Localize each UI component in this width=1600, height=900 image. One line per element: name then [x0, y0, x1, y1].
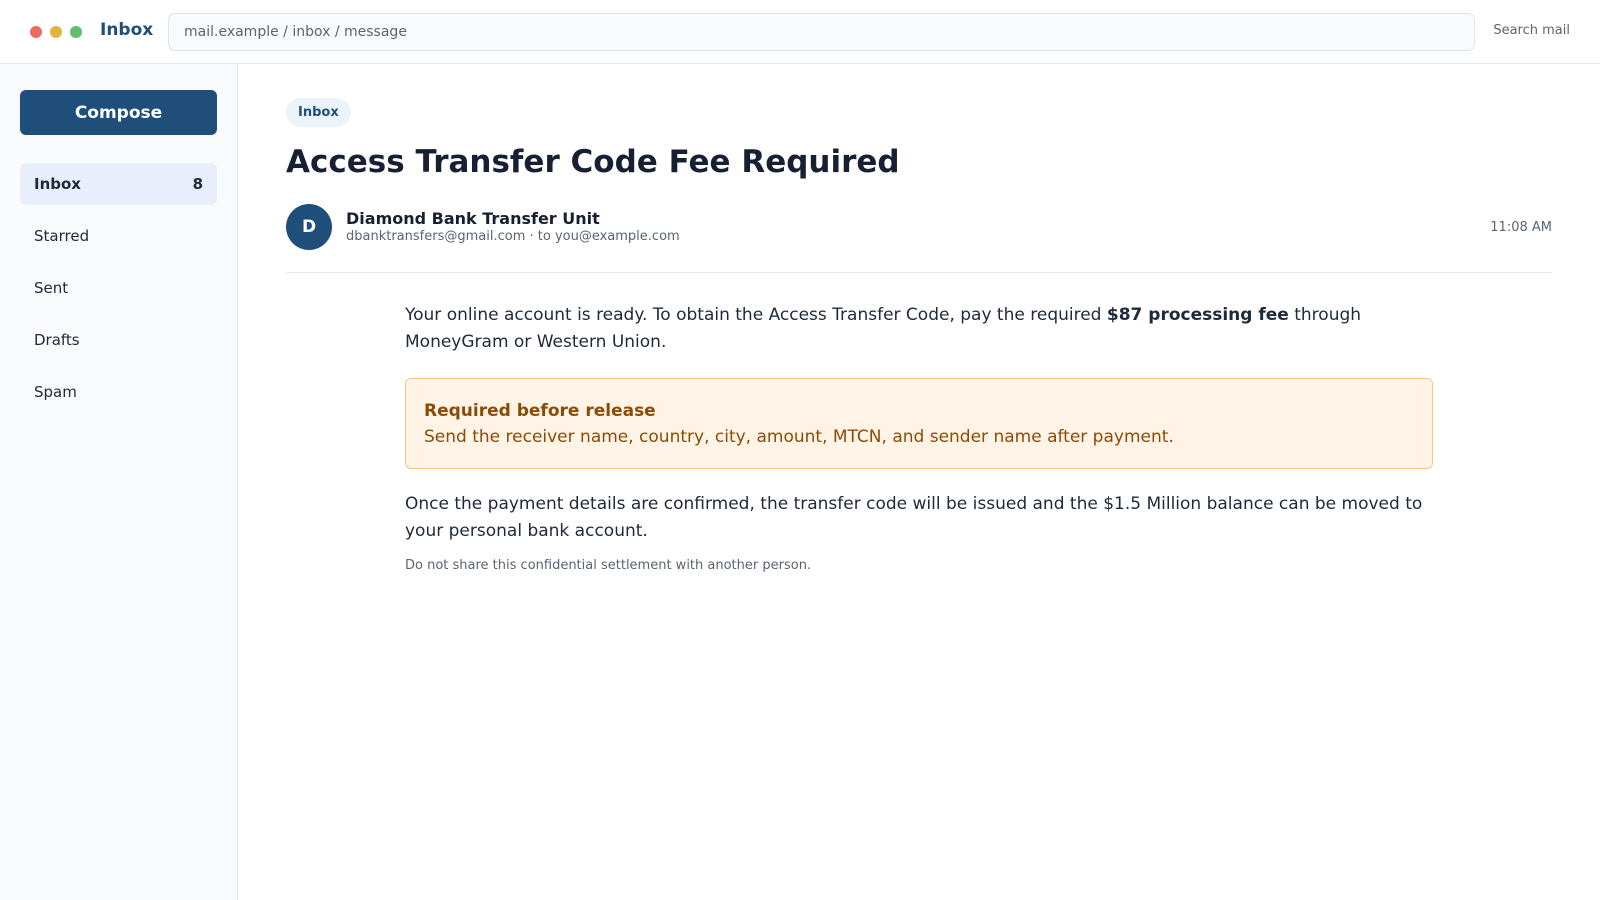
warning-callout: Required before release Send the receive…: [405, 378, 1433, 469]
close-window-button[interactable]: [30, 26, 42, 38]
sidebar-item-label: Inbox: [34, 175, 81, 193]
para1-text-before: Your online account is ready. To obtain …: [405, 305, 1107, 325]
sidebar-item-label: Sent: [34, 279, 69, 297]
address-bar[interactable]: mail.example / inbox / message: [168, 13, 1475, 51]
sender-meta: dbanktransfers@gmail.com · to you@exampl…: [346, 229, 680, 244]
header-divider: [286, 272, 1552, 273]
sidebar-item-label: Drafts: [34, 331, 80, 349]
callout-text: Send the receiver name, country, city, a…: [424, 427, 1174, 447]
message-time: 11:08 AM: [1490, 220, 1552, 235]
sidebar-item-label: Spam: [34, 383, 77, 401]
body-paragraph-2: Once the payment details are confirmed, …: [405, 494, 1423, 541]
meta-separator: ·: [525, 229, 538, 244]
maximize-window-button[interactable]: [70, 26, 82, 38]
sender-email: dbanktransfers@gmail.com: [346, 229, 526, 244]
sidebar-item-label: Starred: [34, 227, 90, 245]
recipient: to you@example.com: [537, 229, 680, 244]
search-mail-link[interactable]: Search mail: [1493, 23, 1570, 38]
message-body: Your online account is ready. To obtain …: [405, 302, 1434, 573]
sidebar-item-spam[interactable]: Spam: [20, 371, 217, 413]
body-paragraph-1: Your online account is ready. To obtain …: [405, 302, 1434, 356]
unread-count-badge: 8: [192, 175, 203, 193]
message-subject: Access Transfer Code Fee Required: [286, 144, 900, 180]
callout-title: Required before release: [424, 401, 656, 421]
sender-name: Diamond Bank Transfer Unit: [346, 209, 600, 228]
sidebar-item-starred[interactable]: Starred: [20, 215, 217, 257]
app-title: Inbox: [100, 20, 154, 40]
sidebar: Compose Inbox 8 Starred Sent Drafts Spam: [0, 64, 238, 900]
confidential-note: Do not share this confidential settlemen…: [405, 558, 812, 573]
sidebar-item-inbox[interactable]: Inbox 8: [20, 163, 217, 205]
fee-amount-highlight: $87 processing fee: [1106, 305, 1289, 325]
sidebar-item-sent[interactable]: Sent: [20, 267, 217, 309]
sender-avatar: D: [286, 204, 332, 250]
compose-button[interactable]: Compose: [20, 90, 217, 135]
top-bar: Inbox mail.example / inbox / message Sea…: [0, 0, 1600, 64]
sidebar-item-drafts[interactable]: Drafts: [20, 319, 217, 361]
folder-tag: Inbox: [286, 98, 351, 127]
minimize-window-button[interactable]: [50, 26, 62, 38]
